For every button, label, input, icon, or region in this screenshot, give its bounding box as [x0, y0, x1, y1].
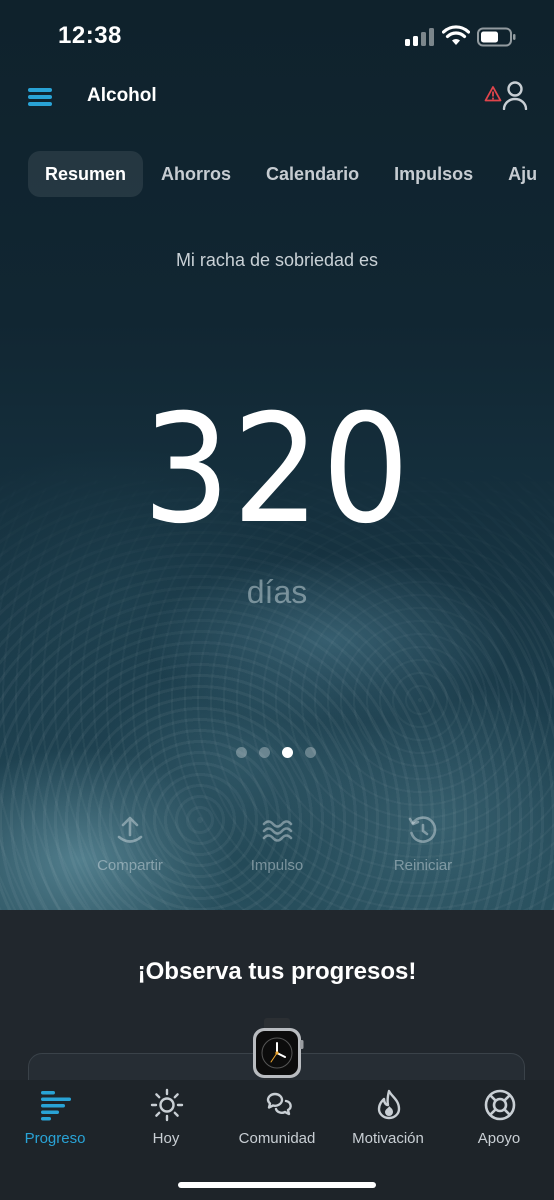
- share-label: Compartir: [97, 857, 163, 874]
- streak-actions: Compartir Impulso Reiniciar: [0, 815, 554, 885]
- tab-ajustes[interactable]: Aju: [491, 151, 554, 197]
- tab-impulsos[interactable]: Impulsos: [377, 151, 490, 197]
- nav-comunidad[interactable]: Comunidad: [222, 1080, 332, 1160]
- tab-calendario[interactable]: Calendario: [249, 151, 376, 197]
- streak-label: Mi racha de sobriedad es: [175, 250, 379, 270]
- share-icon: [117, 816, 143, 843]
- flame-icon: [377, 1089, 401, 1120]
- header-title: Alcohol: [87, 85, 157, 106]
- lifebuoy-icon: [484, 1089, 516, 1121]
- nav-apoyo-label: Apoyo: [477, 1130, 521, 1147]
- battery-icon: [477, 27, 516, 47]
- page-dot[interactable]: [236, 747, 247, 758]
- history-icon: [408, 816, 437, 843]
- panel-title: ¡Observa tus progresos!: [137, 958, 417, 985]
- page-dot[interactable]: [259, 747, 270, 758]
- page-dot[interactable]: [305, 747, 316, 758]
- tab-resumen[interactable]: Resumen: [28, 151, 144, 197]
- smartwatch-icon: [253, 1018, 304, 1088]
- nav-progreso-label: Progreso: [24, 1130, 86, 1147]
- app-header: Alcohol: [0, 75, 554, 120]
- progress-panel: ¡Observa tus progresos!: [0, 910, 554, 1113]
- status-time: 12:38: [58, 22, 122, 49]
- streak-days-count: 320: [142, 383, 412, 557]
- urge-button[interactable]: Impulso: [212, 815, 342, 874]
- urge-label: Impulso: [250, 857, 304, 874]
- nav-hoy-label: Hoy: [152, 1130, 180, 1147]
- hamburger-menu-icon[interactable]: [28, 88, 52, 106]
- nav-apoyo[interactable]: Apoyo: [444, 1080, 554, 1160]
- wifi-icon: [442, 25, 470, 45]
- user-profile-icon[interactable]: [502, 80, 528, 110]
- home-indicator[interactable]: [178, 1182, 376, 1188]
- share-button[interactable]: Compartir: [65, 815, 195, 874]
- waves-icon: [262, 820, 293, 842]
- section-tabs: Resumen Ahorros Calendario Impulsos Aju: [28, 151, 554, 197]
- reset-label: Reiniciar: [393, 857, 453, 874]
- nav-motivacion-label: Motivación: [352, 1130, 424, 1147]
- community-icon: [266, 1092, 292, 1116]
- nav-comunidad-label: Comunidad: [238, 1130, 316, 1147]
- nav-motivacion[interactable]: Motivación: [333, 1080, 443, 1160]
- nav-progreso[interactable]: Progreso: [0, 1080, 110, 1160]
- page-indicator[interactable]: [236, 747, 328, 759]
- streak-unit: días: [246, 574, 308, 610]
- progress-icon: [41, 1091, 71, 1121]
- reset-button[interactable]: Reiniciar: [358, 815, 488, 874]
- tab-ahorros[interactable]: Ahorros: [144, 151, 248, 197]
- warning-icon[interactable]: [484, 85, 502, 103]
- nav-hoy[interactable]: Hoy: [111, 1080, 221, 1160]
- sun-icon: [150, 1088, 184, 1122]
- cellular-signal-icon: [405, 28, 435, 46]
- page-dot-active[interactable]: [282, 747, 293, 758]
- status-bar: 12:38: [0, 0, 554, 75]
